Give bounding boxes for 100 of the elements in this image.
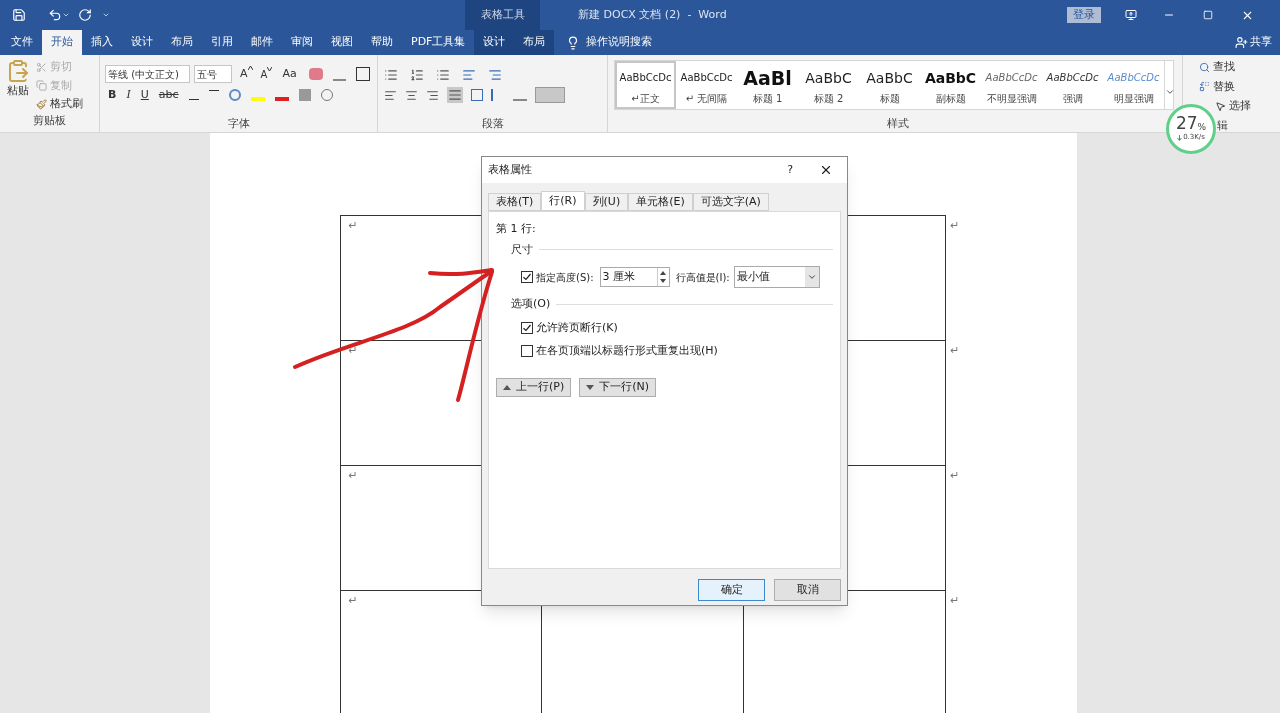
bullets-icon[interactable] [384, 68, 398, 82]
ribbon-tab[interactable]: 审阅 [282, 30, 322, 55]
clipboard-icon [6, 59, 30, 83]
ribbon-tab[interactable]: 引用 [202, 30, 242, 55]
numbering-icon[interactable] [410, 68, 424, 82]
shrink-font-button[interactable]: A [260, 66, 273, 82]
next-row-button[interactable]: 下一行(N) [579, 377, 657, 397]
align-center-icon[interactable] [405, 88, 418, 102]
help-button[interactable]: ? [787, 161, 793, 179]
ribbon-tab[interactable]: 邮件 [242, 30, 282, 55]
text-effect-icon[interactable] [228, 89, 241, 101]
ribbon-tab[interactable]: 设计 [122, 30, 162, 55]
save-icon[interactable] [12, 8, 26, 22]
clear-format-icon[interactable] [308, 68, 323, 80]
field-label: 行高值是(I): [675, 270, 730, 285]
ribbon-tab[interactable]: 布局 [514, 30, 555, 55]
scroll-down-icon[interactable] [1165, 87, 1175, 97]
paste-button[interactable]: 粘贴 [0, 59, 36, 113]
percent-unit: % [1197, 123, 1207, 133]
style-gallery-item[interactable]: AaBbCcDc ↵ 无间隔 [676, 61, 737, 109]
row-label: 第 1 行: [496, 222, 536, 235]
dialog-tab[interactable]: 单元格(E) [628, 193, 693, 211]
ribbon-tab[interactable]: 文件 [2, 30, 42, 55]
cancel-button[interactable]: 取消 [774, 579, 841, 601]
redo-icon[interactable] [78, 8, 92, 22]
previous-row-button[interactable]: 上一行(P) [496, 377, 572, 397]
ribbon-tab[interactable]: 开始 [42, 30, 82, 55]
font-style-button[interactable]: I [126, 86, 131, 104]
undo-icon[interactable] [48, 8, 62, 22]
style-gallery-item[interactable]: AaBbCcDc 强调 [1042, 61, 1103, 109]
share-button[interactable]: 共享 [1250, 34, 1272, 51]
cell-mark: ↵ [348, 219, 358, 232]
ribbon-tab[interactable]: 插入 [82, 30, 122, 55]
login-button[interactable]: 登录 [1066, 7, 1101, 23]
distributed-icon[interactable] [471, 89, 483, 101]
row-end-mark: ↵ [950, 218, 960, 234]
font-style-button[interactable]: abc [158, 86, 179, 104]
font-name-dropdown[interactable]: 等线 (中文正文) [105, 65, 190, 83]
ribbon-tab[interactable]: 视图 [322, 30, 362, 55]
paintbrush-icon [36, 98, 47, 110]
up-triangle-icon [503, 384, 511, 390]
up-caret-icon [247, 65, 253, 70]
font-size-dropdown[interactable]: 五号 [194, 65, 232, 83]
window-title: 新建 DOCX 文档 (2) - Word [578, 6, 727, 23]
row-end-mark: ↵ [950, 468, 960, 484]
cell-mark: ↵ [348, 594, 358, 607]
close-icon[interactable] [819, 163, 833, 177]
download-arrow-icon [1177, 134, 1183, 141]
checkbox[interactable] [521, 345, 533, 358]
customize-icon[interactable] [102, 11, 110, 19]
character-shading-icon[interactable] [298, 89, 311, 101]
style-gallery-item[interactable]: AaBbCcDc 明显强调 [1103, 61, 1164, 109]
down-caret-icon [267, 66, 273, 71]
percent-text: 27 [1175, 115, 1198, 133]
share-icon [1235, 36, 1248, 49]
format-painter-button[interactable]: 格式刷 [36, 96, 83, 113]
style-gallery-item[interactable]: AaBbC 标题 [859, 61, 920, 109]
row-end-mark: ↵ [950, 593, 960, 609]
justify-icon[interactable] [447, 87, 463, 103]
change-case-button[interactable]: Aa [282, 65, 297, 83]
dialog-tab[interactable]: 可选文字(A) [692, 193, 769, 211]
style-gallery-item[interactable]: AaBbC 副标题 [920, 61, 981, 109]
group-label: 剪贴板 [33, 113, 66, 129]
replace-button[interactable]: 替换 [1199, 78, 1235, 95]
font-style-button[interactable]: U [140, 86, 149, 104]
checkbox[interactable] [521, 321, 533, 334]
height-rule-dropdown[interactable]: 最小值 [733, 266, 820, 288]
font-style-button[interactable]: B [108, 86, 117, 104]
cell-mark: ↵ [348, 469, 358, 482]
character-border-icon[interactable] [355, 67, 370, 81]
dialog-tab[interactable]: 行(R) [541, 191, 585, 211]
spinner-icon[interactable] [660, 270, 667, 284]
decrease-indent-icon[interactable] [462, 68, 476, 82]
ribbon-tab[interactable]: PDF工具集 [402, 30, 475, 55]
section-label: 尺寸 [511, 241, 533, 258]
increase-indent-icon[interactable] [488, 68, 502, 82]
ok-button[interactable]: 确定 [698, 579, 765, 601]
checkbox[interactable] [521, 271, 533, 283]
align-right-icon[interactable] [426, 88, 439, 102]
restore-icon[interactable] [1202, 10, 1213, 20]
ribbon-tab[interactable]: 帮助 [362, 30, 402, 55]
style-gallery-item[interactable]: AaBbCcDc ↵正文 [615, 61, 676, 109]
multilevel-list-icon[interactable] [436, 68, 450, 82]
grow-font-button[interactable]: A [240, 65, 253, 83]
ribbon-tab[interactable]: 布局 [162, 30, 202, 55]
ribbon-display-icon[interactable] [1124, 9, 1137, 21]
dialog-tab[interactable]: 表格(T) [488, 193, 542, 211]
group-label: 辑 [1217, 118, 1228, 132]
dialog-tab[interactable]: 列(U) [584, 193, 629, 211]
align-left-icon[interactable] [384, 88, 397, 102]
style-gallery-item[interactable]: AaBbC 标题 2 [798, 61, 859, 109]
height-spin-field[interactable]: 3 厘米 [599, 267, 670, 287]
style-gallery-item[interactable]: AaBbCcDc 不明显强调 [981, 61, 1042, 109]
caret-icon[interactable] [62, 11, 70, 19]
find-button[interactable]: 查找 [1199, 59, 1235, 76]
tell-me-search[interactable]: 操作说明搜索 [586, 34, 653, 51]
select-button[interactable]: 选择 [1215, 98, 1251, 115]
ribbon-tab[interactable]: 设计 [474, 30, 515, 55]
style-gallery-item[interactable]: AaBl 标题 1 [737, 61, 798, 109]
group-label: 段落 [481, 115, 504, 132]
